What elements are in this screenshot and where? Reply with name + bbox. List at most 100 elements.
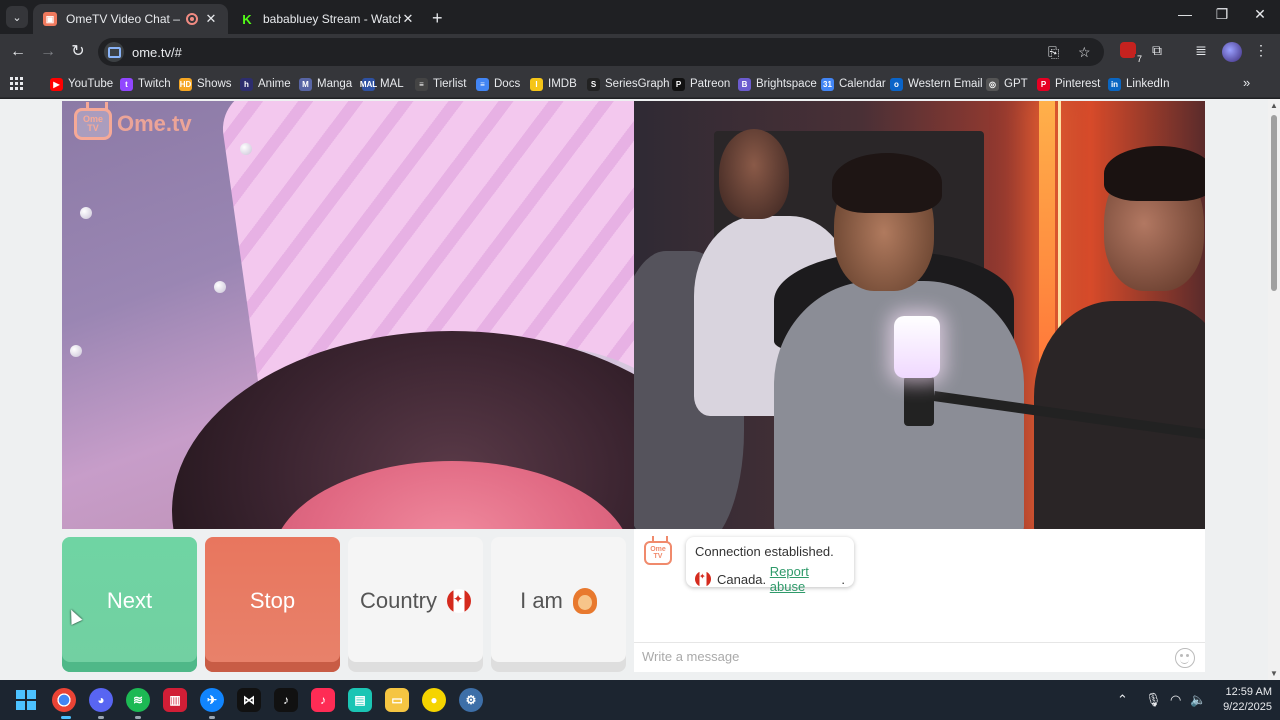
bookmark-label: Shows [197,78,232,90]
local-video-feed [62,101,634,529]
canada-flag-icon [447,588,472,613]
maximize-button[interactable]: ❐ [1207,6,1237,23]
bookmark-gpt[interactable]: ◎ GPT [986,76,1028,92]
tab-search-chevron-icon[interactable]: ⌄ [6,6,28,28]
bookmark-label: GPT [1004,78,1028,90]
scroll-up-arrow-icon[interactable]: ▲ [1270,101,1278,110]
more-bookmarks-chevron-icon[interactable]: » [1243,75,1250,90]
chrome-icon[interactable] [52,688,76,712]
windows-start-icon[interactable] [16,690,36,710]
tierlist-icon: ≡ [415,77,428,91]
tab-title: bababluey Stream - Watch Live [263,12,401,26]
gender-button[interactable]: I am [491,537,626,672]
teal-app-icon[interactable]: ▤ [348,688,372,712]
bookmark-shows[interactable]: HD Shows [179,76,232,92]
address-bar[interactable]: ome.tv/# ⎘ ☆ [98,38,1104,66]
system-clock[interactable]: 12:59 AM 9/22/2025 [1212,685,1272,715]
scroll-down-arrow-icon[interactable]: ▼ [1270,669,1278,678]
girl-emoji-icon [572,587,597,614]
browser-toolbar: ← → ↻ ome.tv/# ⎘ ☆ 7 ⧉ ≣ ⋮ [0,34,1280,70]
menu-kebab-icon[interactable]: ⋮ [1250,42,1272,62]
site-info-icon[interactable] [104,42,124,62]
country-button[interactable]: Country [348,537,483,672]
bluesky-icon[interactable]: ✈ [200,688,224,712]
red-app-icon[interactable]: ▥ [163,688,187,712]
system-message-bubble: Connection established. Canada. Report a… [686,537,854,594]
bookmark-twitch[interactable]: t Twitch [120,76,171,92]
bookmark-youtube[interactable]: ▶ YouTube [50,76,113,92]
report-abuse-link[interactable]: Report abuse [770,564,842,594]
bookmark-mal[interactable]: MAL MAL [359,76,404,92]
discord-icon[interactable]: ◕ [89,688,113,712]
stop-label: Stop [249,587,296,613]
manga-icon: M [299,77,312,91]
media-controls-icon[interactable]: ≣ [1190,42,1212,62]
bookmark-label: Western Email [908,78,983,90]
bookmark-label: Pinterest [1055,78,1101,90]
country-name-text: Canada. [717,571,767,587]
spotify-icon[interactable]: ≋ [126,688,150,712]
page-scrollbar[interactable]: ▲ ▼ [1268,99,1280,680]
bookmark-star-icon[interactable]: ☆ [1078,44,1091,61]
bookmark-pinterest[interactable]: P Pinterest [1037,76,1100,92]
bookmark-linkedin[interactable]: in LinkedIn [1108,76,1169,92]
bookmark-anime[interactable]: h Anime [240,76,291,92]
back-arrow-icon[interactable]: ← [8,42,28,62]
canada-flag-icon [695,571,711,587]
app-indicator [98,716,104,719]
bookmark-western-email[interactable]: o Western Email [890,76,983,92]
bookmark-label: IMDB [548,78,577,90]
extensions-puzzle-icon[interactable]: ⧉ [1146,42,1168,62]
forward-arrow-icon[interactable]: → [38,42,58,62]
bookmark-calendar[interactable]: 31 Calendar [821,76,886,92]
ometv-page: Ome TV Ome.tv Next Stop Country I am Ome… [0,99,1268,680]
bookmark-label: SeriesGraph [605,78,670,90]
bookmark-docs[interactable]: ≡ Docs [476,76,520,92]
message-input[interactable] [642,649,1162,664]
tab-close-icon[interactable]: ✕ [401,11,415,27]
bookmark-imdb[interactable]: I IMDB [530,76,577,92]
emoji-smiley-icon[interactable] [1175,648,1195,668]
tab-ometv[interactable]: ▣ OmeTV Video Chat — Ome ✕ [33,4,228,34]
tiktok-icon[interactable]: ♪ [274,688,298,712]
anime-icon: h [240,77,253,91]
tiktok-pink-icon[interactable]: ♪ [311,688,335,712]
person-center-hair [832,153,942,213]
mal-icon: MAL [359,77,378,91]
url-text[interactable]: ome.tv/# [132,45,182,60]
microphone-light [894,316,940,378]
yellow-circle-app-icon[interactable]: ● [422,688,446,712]
bookmark-label: Manga [317,78,353,90]
bookmark-seriesgraph[interactable]: S SeriesGraph [587,76,670,92]
extension-badge-count: 7 [1134,54,1144,64]
reload-icon[interactable]: ↻ [68,42,88,62]
close-window-button[interactable]: ✕ [1245,6,1275,23]
tab-strip: ⌄ ▣ OmeTV Video Chat — Ome ✕ K bababluey… [0,0,1280,34]
profile-avatar[interactable] [1222,42,1242,62]
stop-button[interactable]: Stop [205,537,340,672]
minimize-button[interactable]: — [1170,6,1200,22]
extension-badge-icon[interactable]: 7 [1120,42,1144,64]
settings-gear-icon[interactable]: ⚙ [459,688,483,712]
bookmark-manga[interactable]: M Manga [299,76,352,92]
tab-kick-stream[interactable]: K bababluey Stream - Watch Live ✕ [230,4,425,34]
bookmark-brightspace[interactable]: B Brightspace [738,76,817,92]
scrollbar-thumb[interactable] [1271,115,1277,291]
bookmark-label: Anime [258,78,291,90]
next-button[interactable]: Next [62,537,197,672]
new-tab-button[interactable]: + [432,8,443,29]
tab-title: OmeTV Video Chat — Ome [66,12,180,26]
file-explorer-icon[interactable]: ▭ [385,688,409,712]
volume-icon[interactable]: 🔈 [1190,692,1206,708]
gpt-icon: ◎ [986,77,999,91]
tab-close-icon[interactable]: ✕ [204,11,218,27]
bookmark-patreon[interactable]: P Patreon [672,76,730,92]
bookmark-tierlist[interactable]: ≡ Tierlist [415,76,466,92]
apps-grid-icon[interactable] [10,77,23,90]
wifi-icon[interactable]: ◠ [1170,692,1181,708]
capcut-icon[interactable]: ⋈ [237,688,261,712]
microphone-icon[interactable]: 🎙 [1145,692,1162,708]
ometv-logo[interactable]: Ome TV Ome.tv [74,108,192,140]
show-hidden-icons-chevron-icon[interactable]: ⌃ [1117,692,1128,708]
install-app-icon[interactable]: ⎘ [1048,44,1059,61]
